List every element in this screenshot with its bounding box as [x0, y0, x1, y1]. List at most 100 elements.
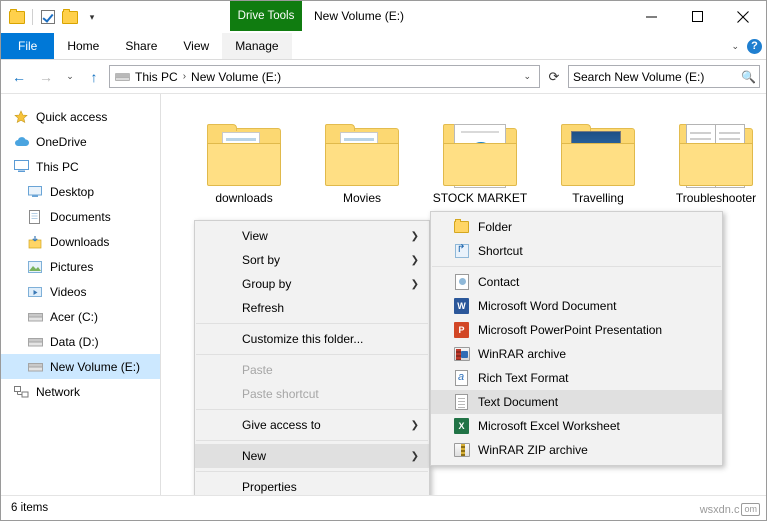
sidebar-item-acer-c[interactable]: Acer (C:): [1, 304, 160, 329]
sidebar-item-this-pc[interactable]: This PC: [1, 154, 160, 179]
submenu-item-shortcut[interactable]: Shortcut: [431, 239, 722, 263]
context-menu-separator: [196, 323, 428, 324]
forward-arrow-icon[interactable]: →: [34, 65, 58, 89]
ribbon-tab-strip: File Home Share View Manage ⌄ ?: [1, 33, 766, 60]
disk-icon: [27, 334, 43, 350]
sidebar-item-pictures[interactable]: Pictures: [1, 254, 160, 279]
tab-home[interactable]: Home: [54, 33, 112, 59]
refresh-icon[interactable]: ⟳: [543, 65, 565, 88]
context-menu-item-label: Refresh: [242, 301, 284, 315]
submenu-item-rich-text-format[interactable]: Rich Text Format: [431, 366, 722, 390]
chevron-right-icon: ❯: [411, 231, 419, 242]
chevron-down-icon[interactable]: ⌄: [731, 41, 739, 52]
sidebar-item-downloads[interactable]: Downloads: [1, 229, 160, 254]
tab-share[interactable]: Share: [112, 33, 170, 59]
sidebar-item-documents[interactable]: Documents: [1, 204, 160, 229]
sidebar-item-label: This PC: [36, 160, 79, 174]
context-menu-item-refresh[interactable]: Refresh: [195, 296, 429, 320]
submenu-item-folder[interactable]: Folder: [431, 215, 722, 239]
breadcrumb[interactable]: This PC › New Volume (E:) ⌄: [109, 65, 540, 88]
new-submenu[interactable]: Folder Shortcut Contact W Microsoft Word…: [430, 211, 723, 466]
powerpoint-icon: P: [453, 322, 470, 339]
drive-tools-contextual-tab[interactable]: Drive Tools: [230, 1, 302, 31]
submenu-item-winrar-archive[interactable]: WinRAR archive: [431, 342, 722, 366]
folder-icon: [453, 219, 470, 236]
ribbon-right-controls: ⌄ ?: [731, 33, 762, 59]
close-button[interactable]: [720, 1, 766, 32]
sidebar-item-quick-access[interactable]: Quick access: [1, 104, 160, 129]
context-menu-item-label: View: [242, 229, 268, 243]
breadcrumb-new-volume[interactable]: New Volume (E:): [190, 70, 282, 84]
file-item-label: Movies: [303, 191, 421, 205]
sidebar-item-videos[interactable]: Videos: [1, 279, 160, 304]
sidebar-item-label: Documents: [50, 210, 111, 224]
submenu-item-contact[interactable]: Contact: [431, 270, 722, 294]
sidebar-item-desktop[interactable]: Desktop: [1, 179, 160, 204]
file-item-label: downloads: [185, 191, 303, 205]
videos-icon: [27, 284, 43, 300]
watermark-box: om: [741, 503, 760, 516]
folder-with-photo-icon: [539, 104, 657, 186]
item-count-label: 6 items: [11, 502, 48, 514]
recent-locations-icon[interactable]: ⌄: [61, 65, 79, 89]
sidebar-item-label: New Volume (E:): [50, 360, 140, 374]
sidebar-item-network[interactable]: Network: [1, 379, 160, 404]
documents-icon: [27, 209, 43, 225]
minimize-button[interactable]: [628, 1, 674, 32]
submenu-item-text-document[interactable]: Text Document: [431, 390, 722, 414]
context-menu-item-new[interactable]: New ❯: [195, 444, 429, 468]
breadcrumb-this-pc[interactable]: This PC: [134, 70, 179, 84]
breadcrumb-dropdown-icon[interactable]: ⌄: [518, 71, 536, 82]
new-folder-icon[interactable]: [60, 7, 80, 27]
context-menu-item-label: Properties: [242, 480, 297, 494]
sidebar-item-onedrive[interactable]: OneDrive: [1, 129, 160, 154]
context-menu-item-give-access-to[interactable]: Give access to ❯: [195, 413, 429, 437]
address-bar: ← → ⌄ ↑ This PC › New Volume (E:) ⌄ ⟳ Se…: [1, 60, 766, 94]
sidebar-item-label: Videos: [50, 285, 86, 299]
context-menu[interactable]: View ❯ Sort by ❯ Group by ❯ Refresh Cust…: [194, 220, 430, 503]
tab-manage[interactable]: Manage: [222, 33, 291, 59]
context-menu-item-customize-this-folder[interactable]: Customize this folder...: [195, 327, 429, 351]
context-menu-item-label: Sort by: [242, 253, 280, 267]
context-menu-item-view[interactable]: View ❯: [195, 224, 429, 248]
chevron-right-icon: ❯: [411, 279, 419, 290]
contact-icon: [453, 274, 470, 291]
submenu-item-excel-worksheet[interactable]: X Microsoft Excel Worksheet: [431, 414, 722, 438]
submenu-item-word-document[interactable]: W Microsoft Word Document: [431, 294, 722, 318]
breadcrumb-separator: ›: [179, 71, 190, 82]
file-item-troubleshooter[interactable]: Troubleshooter: [657, 104, 767, 205]
sidebar-item-data-d[interactable]: Data (D:): [1, 329, 160, 354]
disk-icon: [27, 309, 43, 325]
up-arrow-icon[interactable]: ↑: [82, 65, 106, 89]
submenu-item-winrar-zip-archive[interactable]: WinRAR ZIP archive: [431, 438, 722, 462]
help-icon[interactable]: ?: [747, 39, 762, 54]
word-icon: W: [453, 298, 470, 315]
search-input[interactable]: Search New Volume (E:) 🔍: [568, 65, 760, 88]
maximize-button[interactable]: [674, 1, 720, 32]
winrar-icon: [453, 346, 470, 363]
context-menu-item-label: Give access to: [242, 418, 321, 432]
folder-with-documents-icon: [185, 104, 303, 186]
file-item-downloads[interactable]: downloads: [185, 104, 303, 205]
context-menu-item-sort-by[interactable]: Sort by ❯: [195, 248, 429, 272]
sidebar-item-new-volume-e[interactable]: New Volume (E:): [1, 354, 160, 379]
winrar-zip-icon: [453, 442, 470, 459]
file-item-travelling[interactable]: Travelling: [539, 104, 657, 205]
back-arrow-icon[interactable]: ←: [7, 65, 31, 89]
sidebar-item-label: Pictures: [50, 260, 93, 274]
context-menu-item-group-by[interactable]: Group by ❯: [195, 272, 429, 296]
chevron-right-icon: ❯: [411, 451, 419, 462]
submenu-item-powerpoint-presentation[interactable]: P Microsoft PowerPoint Presentation: [431, 318, 722, 342]
customize-quick-access-icon[interactable]: ▾: [82, 7, 102, 27]
sidebar-item-label: Quick access: [36, 110, 107, 124]
window-title: New Volume (E:): [314, 9, 404, 23]
properties-checkbox-icon[interactable]: [38, 7, 58, 27]
tab-view[interactable]: View: [170, 33, 222, 59]
file-item-movies[interactable]: Movies: [303, 104, 421, 205]
context-menu-separator: [196, 354, 428, 355]
tab-file[interactable]: File: [1, 33, 54, 59]
search-icon[interactable]: 🔍: [741, 70, 755, 84]
network-icon: [13, 384, 29, 400]
file-item-stock-market[interactable]: STOCK MARKET: [421, 104, 539, 205]
chevron-right-icon: ❯: [411, 255, 419, 266]
